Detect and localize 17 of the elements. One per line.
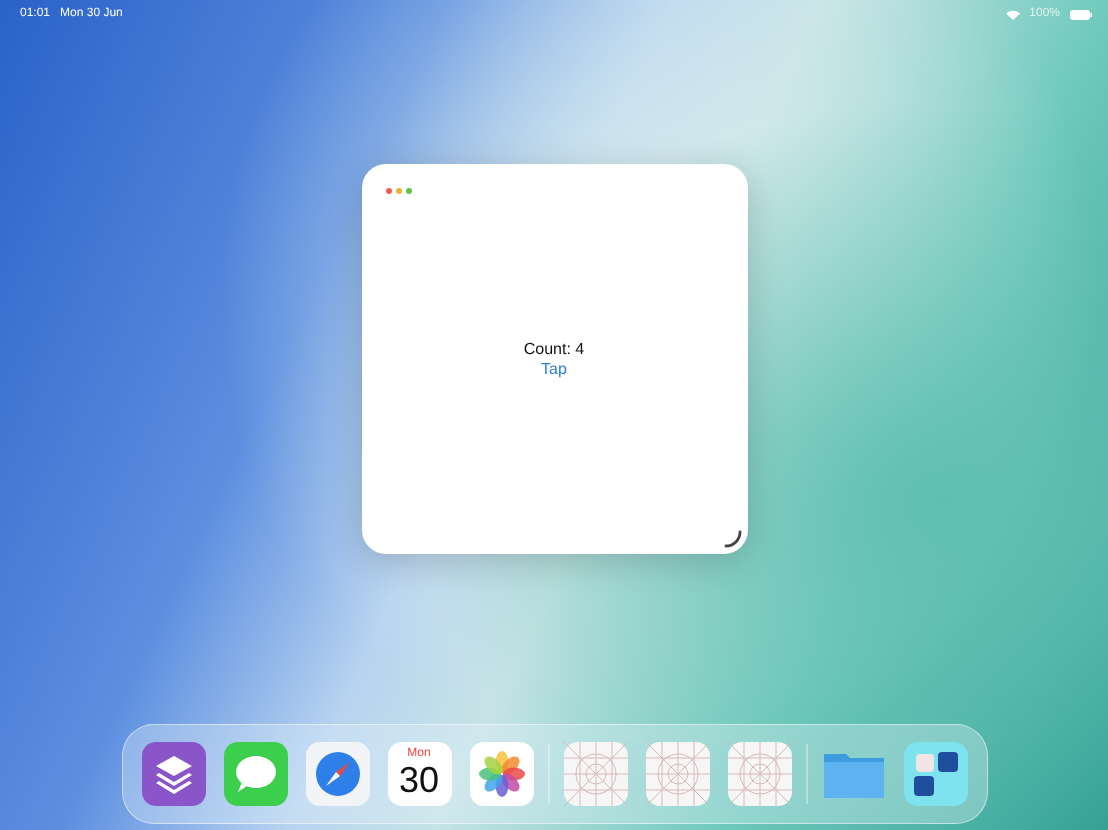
resize-handle-icon[interactable] [723, 530, 741, 548]
placeholder-app-icon[interactable] [563, 742, 627, 806]
widgets-app-icon[interactable] [903, 742, 967, 806]
photos-app-icon[interactable] [469, 742, 533, 806]
zoom-dot[interactable] [405, 188, 411, 194]
compass-app-icon[interactable] [305, 742, 369, 806]
count-label: Count: 4 [523, 340, 585, 358]
tap-button[interactable]: Tap [537, 360, 571, 378]
messages-app-icon[interactable] [223, 742, 287, 806]
wifi-icon [1005, 9, 1020, 19]
placeholder-app-icon[interactable] [727, 742, 791, 806]
close-dot[interactable] [385, 188, 391, 194]
minimize-dot[interactable] [395, 188, 401, 194]
battery-icon [1070, 9, 1092, 19]
placeholder-app-icon[interactable] [645, 742, 709, 806]
calendar-day: 30 [398, 762, 440, 800]
layers-app-icon[interactable] [141, 742, 205, 806]
